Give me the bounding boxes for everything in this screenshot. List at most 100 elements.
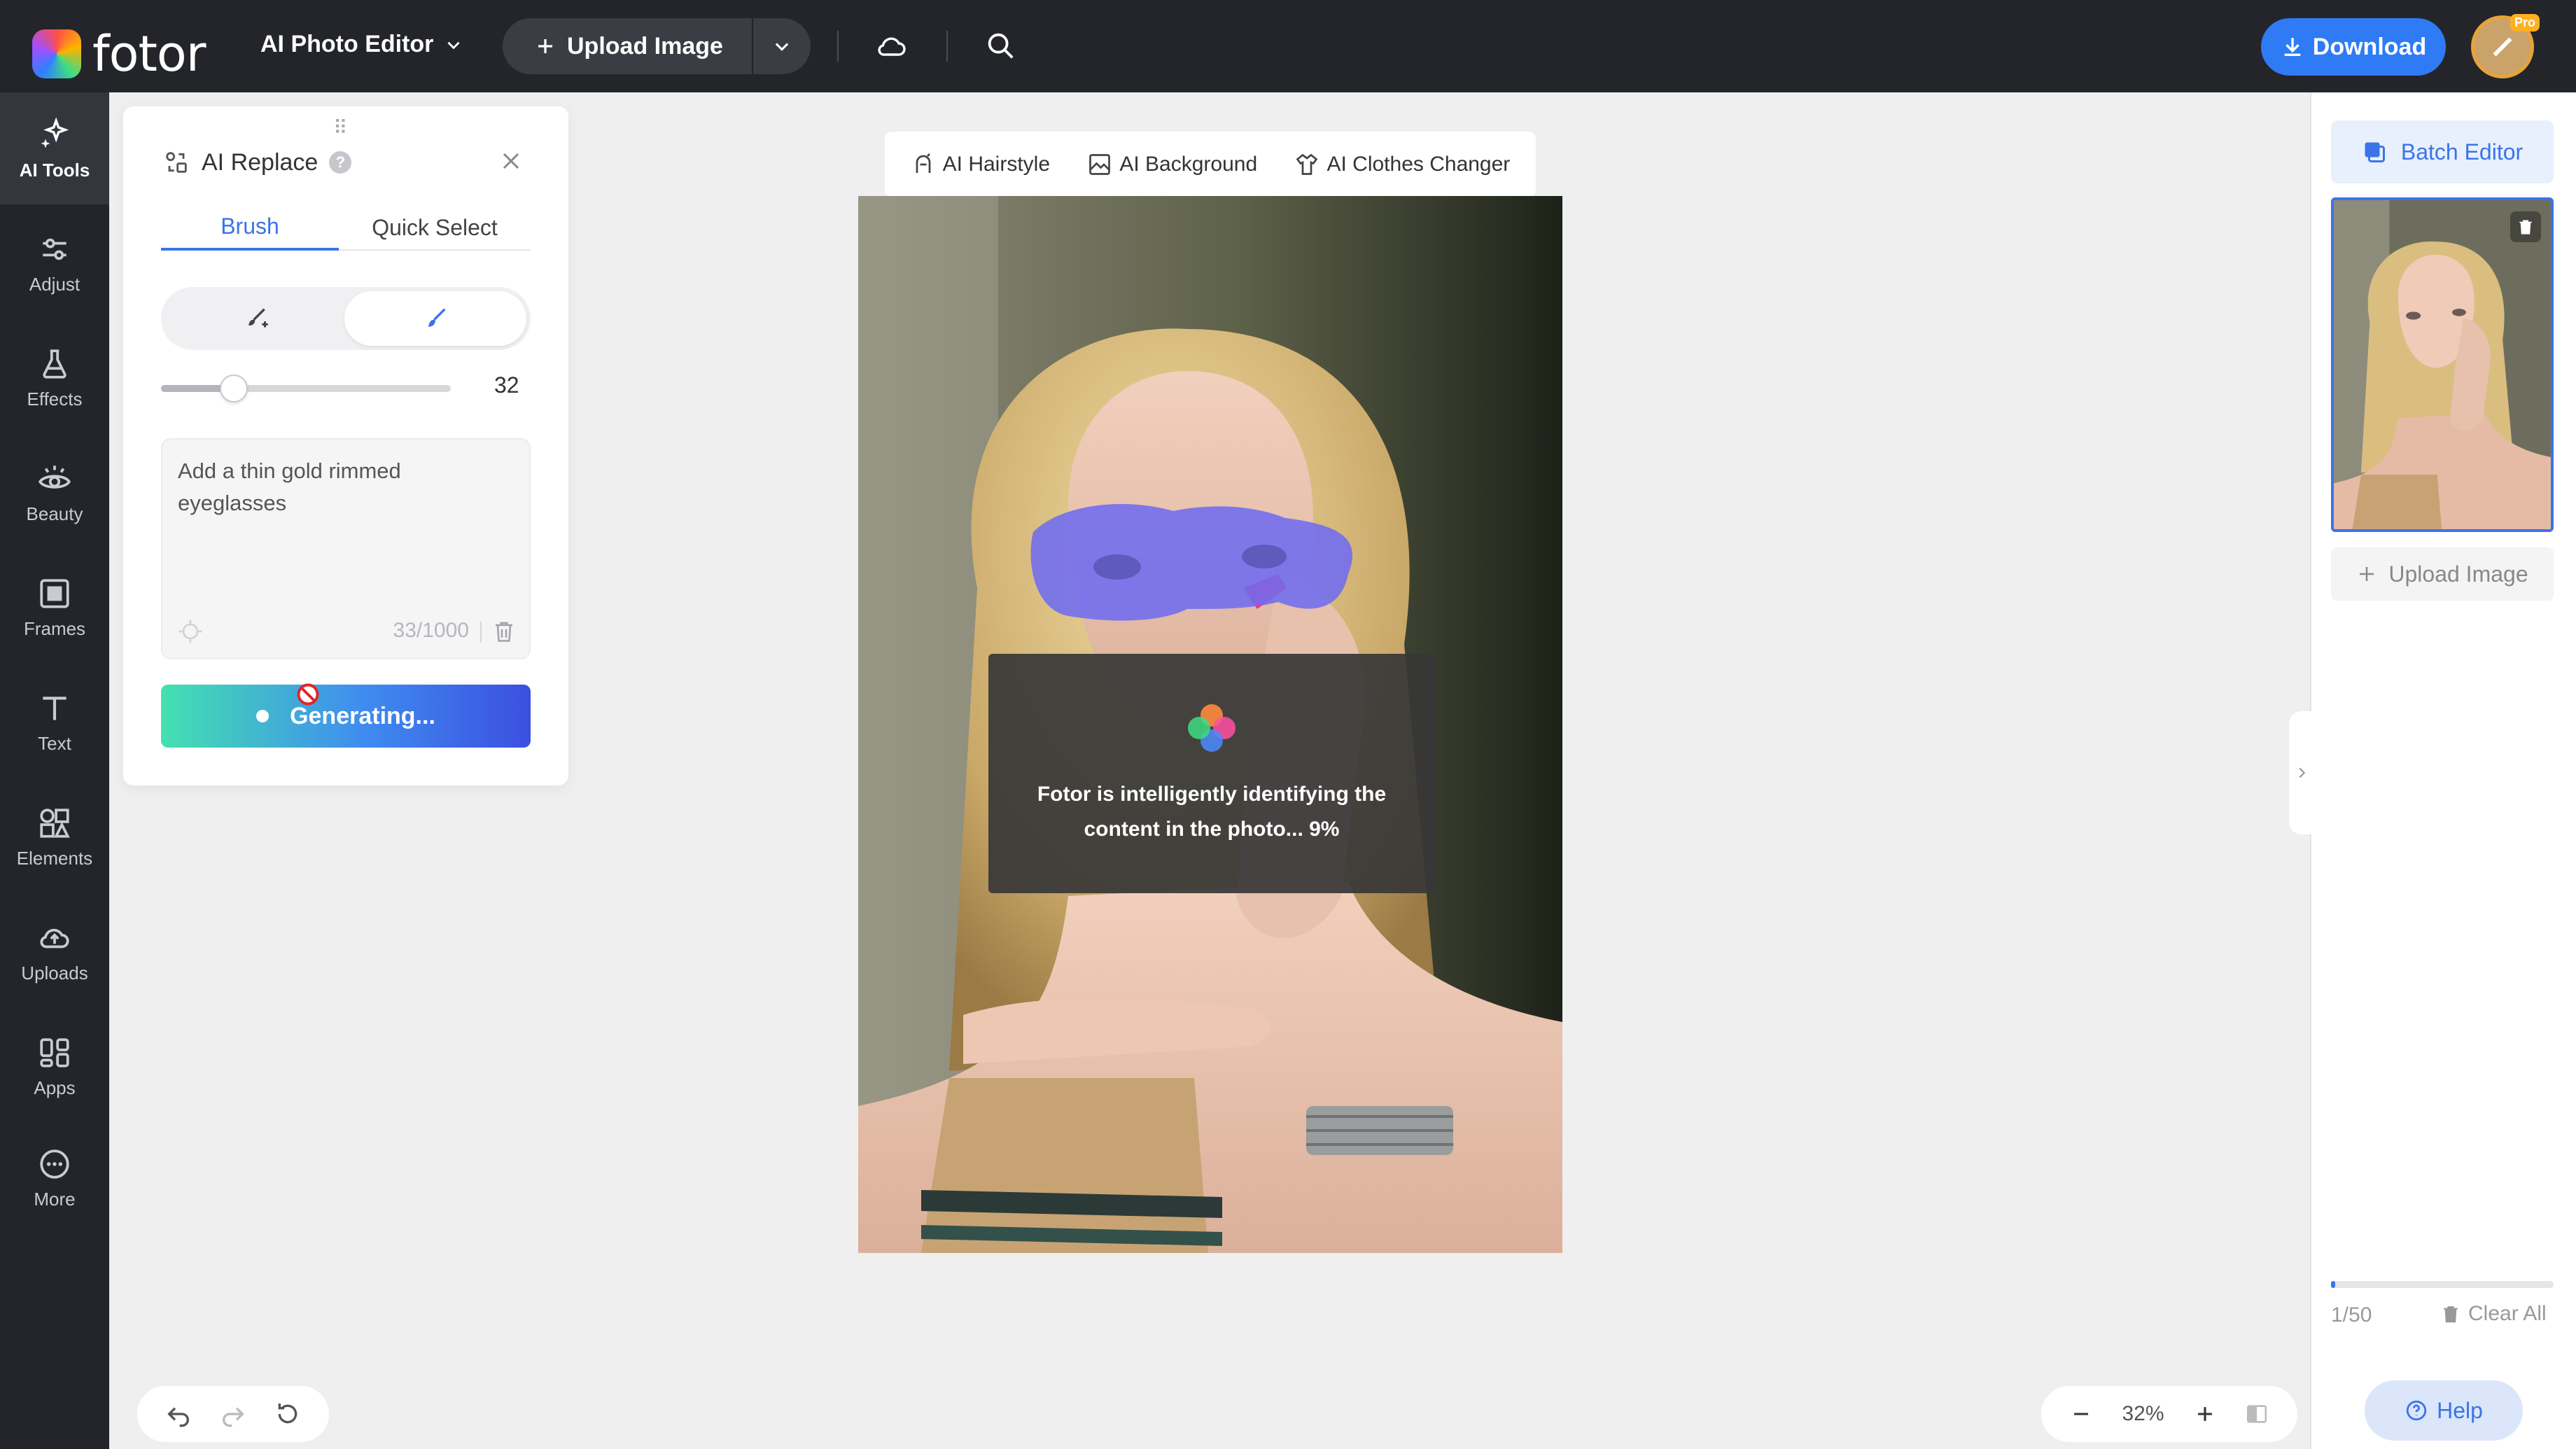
- ai-clothes-changer-label: AI Clothes Changer: [1326, 153, 1511, 176]
- compare-button[interactable]: [2245, 1402, 2269, 1426]
- tab-brush[interactable]: Brush: [161, 204, 339, 251]
- logo-mark-icon: [32, 29, 81, 78]
- delete-thumbnail-button[interactable]: [2510, 211, 2541, 242]
- shapes-icon: [40, 808, 70, 838]
- sliders-icon: [43, 238, 66, 260]
- eraser-brush-icon: [248, 308, 268, 328]
- collapse-panel-button[interactable]: [2289, 711, 2314, 834]
- inspiration-icon[interactable]: [176, 617, 204, 645]
- help-button[interactable]: Help: [2365, 1380, 2523, 1441]
- ai-photo-editor-menu[interactable]: AI Photo Editor: [260, 31, 463, 58]
- help-icon[interactable]: ?: [329, 151, 352, 174]
- menu-label: AI Photo Editor: [260, 31, 434, 57]
- batch-editor-button[interactable]: Batch Editor: [2331, 120, 2554, 183]
- panel-header: AI Replace ?: [162, 148, 352, 176]
- sidebar-item-adjust[interactable]: Adjust: [0, 207, 109, 319]
- trash-icon[interactable]: [491, 617, 517, 645]
- toolbar-divider: [946, 31, 948, 62]
- upload-options-button[interactable]: [753, 18, 811, 74]
- batch-progress-fill: [2331, 1281, 2336, 1288]
- chevron-down-icon: [447, 41, 461, 49]
- upload-image-small-button[interactable]: Upload Image: [2331, 547, 2554, 601]
- redo-button[interactable]: [219, 1400, 247, 1428]
- search-button[interactable]: [984, 29, 1016, 62]
- drag-handle-icon[interactable]: ⠿: [333, 116, 349, 139]
- sidebar-item-label: Elements: [16, 847, 93, 869]
- sidebar-item-more[interactable]: More: [0, 1126, 109, 1231]
- close-icon: [503, 153, 519, 169]
- image-count: 1/50: [2331, 1303, 2372, 1326]
- brush-size-value: 32: [494, 372, 519, 398]
- user-avatar-icon: [2493, 37, 2512, 57]
- right-panel: Batch Editor Upload Image 1/50 Clear All…: [2311, 92, 2576, 1449]
- shirt-icon: [1296, 153, 1318, 175]
- zoom-level[interactable]: 32%: [2122, 1402, 2164, 1426]
- sidebar-item-ai-tools[interactable]: AI Tools: [0, 92, 109, 204]
- search-icon: [988, 33, 1014, 59]
- loading-dot-icon: [256, 710, 270, 722]
- undo-button[interactable]: [164, 1400, 192, 1428]
- panel-tabs: Brush Quick Select: [161, 204, 531, 251]
- chevron-down-icon: [775, 43, 789, 51]
- ai-clothes-changer-button[interactable]: AI Clothes Changer: [1294, 152, 1510, 177]
- clear-all-button[interactable]: Clear All: [2440, 1302, 2547, 1326]
- plus-icon: [2197, 1407, 2212, 1421]
- zoom-in-button[interactable]: [2193, 1402, 2217, 1426]
- hairstyle-icon: [916, 153, 931, 173]
- sidebar-item-label: AI Tools: [19, 159, 90, 181]
- sidebar-item-label: Effects: [27, 388, 83, 410]
- slider-handle[interactable]: [219, 374, 248, 402]
- cloud-save-button[interactable]: [875, 29, 909, 63]
- sidebar-item-label: Apps: [34, 1077, 76, 1098]
- cloud-upload-icon: [40, 928, 69, 948]
- chevron-right-icon: [2299, 767, 2306, 778]
- upload-image-group: Upload Image: [503, 18, 811, 74]
- ai-background-button[interactable]: AI Background: [1087, 152, 1257, 177]
- upload-image-label: Upload Image: [567, 32, 723, 59]
- close-panel-button[interactable]: [497, 147, 525, 175]
- sidebar-item-apps[interactable]: Apps: [0, 1011, 109, 1123]
- undo-icon: [167, 1407, 189, 1427]
- reset-button[interactable]: [274, 1400, 302, 1428]
- plus-icon: [2360, 567, 2374, 581]
- sidebar-item-frames[interactable]: Frames: [0, 552, 109, 664]
- fotor-logo[interactable]: fotor: [32, 25, 206, 83]
- sidebar-item-uploads[interactable]: Uploads: [0, 896, 109, 1008]
- tab-quick-select[interactable]: Quick Select: [339, 204, 531, 251]
- zoom-out-button[interactable]: [2069, 1402, 2093, 1426]
- eye-icon: [38, 465, 71, 489]
- sidebar-item-label: Adjust: [29, 273, 80, 295]
- compare-icon: [2247, 1405, 2267, 1423]
- download-label: Download: [2312, 33, 2427, 60]
- processing-message: Fotor is intelligently identifying the c…: [1037, 783, 1387, 841]
- download-icon: [2284, 38, 2301, 57]
- prompt-textarea[interactable]: Add a thin gold rimmed eyeglasses 33/100…: [161, 438, 531, 659]
- restore-brush-button[interactable]: [165, 291, 347, 346]
- batch-editor-label: Batch Editor: [2400, 139, 2524, 164]
- sidebar-item-effects[interactable]: Effects: [0, 322, 109, 434]
- ai-hairstyle-label: AI Hairstyle: [942, 153, 1051, 176]
- upload-image-button[interactable]: Upload Image: [503, 18, 752, 74]
- sidebar-item-text[interactable]: Text: [0, 666, 109, 778]
- sidebar-item-label: More: [34, 1188, 76, 1210]
- flask-icon: [43, 349, 66, 379]
- top-bar: fotor AI Photo Editor Upload Image Downl…: [0, 0, 2576, 92]
- question-icon: [2406, 1400, 2427, 1421]
- trash-icon: [2444, 1306, 2458, 1323]
- not-allowed-cursor-icon: [297, 683, 319, 706]
- brush-size-slider[interactable]: [161, 374, 451, 402]
- image-thumbnail[interactable]: [2331, 197, 2554, 532]
- sidebar-item-beauty[interactable]: Beauty: [0, 437, 109, 549]
- prompt-text[interactable]: Add a thin gold rimmed eyeglasses: [178, 455, 507, 519]
- trash-icon: [2519, 220, 2532, 234]
- sidebar-item-elements[interactable]: Elements: [0, 781, 109, 893]
- generate-button[interactable]: Generating...: [161, 685, 531, 748]
- sidebar-item-label: Beauty: [26, 503, 83, 524]
- character-count: 33/1000: [393, 619, 469, 642]
- paint-brush-button[interactable]: [344, 291, 526, 346]
- minus-icon: [2074, 1413, 2089, 1415]
- ai-hairstyle-button[interactable]: AI Hairstyle: [911, 152, 1050, 177]
- brush-mode-toggle: [161, 287, 531, 350]
- sidebar-item-label: Text: [38, 732, 71, 754]
- download-button[interactable]: Download: [2261, 18, 2446, 76]
